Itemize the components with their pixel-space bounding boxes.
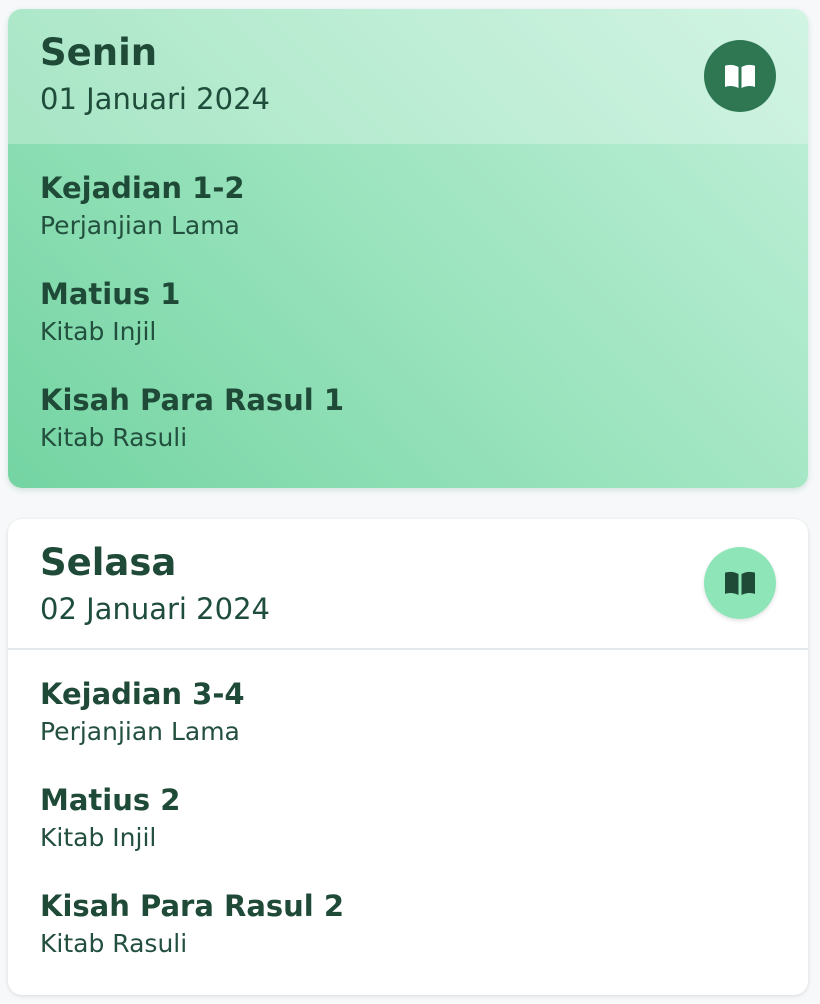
reading-item[interactable]: Kejadian 1-2 Perjanjian Lama: [40, 170, 776, 276]
reading-title: Kejadian 3-4: [40, 677, 245, 711]
reading-category: Kitab Rasuli: [40, 423, 188, 452]
reading-category: Perjanjian Lama: [40, 211, 240, 240]
reading-category: Kitab Injil: [40, 823, 157, 852]
day-card-selasa[interactable]: Selasa 02 Januari 2024 Kejadian 3-4 Perj…: [8, 519, 808, 995]
day-card-header: Selasa 02 Januari 2024: [8, 519, 808, 650]
day-date: 02 Januari 2024: [40, 592, 270, 626]
book-open-icon: [725, 571, 755, 595]
day-card-senin[interactable]: Senin 01 Januari 2024 Kejadian 1-2 Perja…: [8, 9, 808, 488]
reading-item[interactable]: Kejadian 3-4 Perjanjian Lama: [40, 676, 776, 782]
reading-item[interactable]: Kisah Para Rasul 2 Kitab Rasuli: [40, 888, 776, 994]
reading-category: Perjanjian Lama: [40, 717, 240, 746]
reading-title: Kisah Para Rasul 1: [40, 383, 345, 417]
reading-item[interactable]: Matius 2 Kitab Injil: [40, 782, 776, 888]
day-card-header: Senin 01 Januari 2024: [8, 9, 808, 144]
day-name: Senin: [40, 31, 158, 74]
reading-item[interactable]: Matius 1 Kitab Injil: [40, 276, 776, 382]
reading-category: Kitab Injil: [40, 317, 157, 346]
reading-title: Matius 1: [40, 277, 181, 311]
read-button[interactable]: [704, 547, 776, 619]
reading-plan-list: Senin 01 Januari 2024 Kejadian 1-2 Perja…: [0, 0, 820, 1004]
reading-list: Kejadian 1-2 Perjanjian Lama Matius 1 Ki…: [8, 144, 808, 488]
book-open-icon: [725, 64, 755, 88]
day-date: 01 Januari 2024: [40, 82, 270, 116]
reading-title: Kejadian 1-2: [40, 171, 245, 205]
day-name: Selasa: [40, 541, 177, 584]
reading-title: Kisah Para Rasul 2: [40, 889, 345, 923]
read-button[interactable]: [704, 40, 776, 112]
reading-item[interactable]: Kisah Para Rasul 1 Kitab Rasuli: [40, 382, 776, 488]
reading-category: Kitab Rasuli: [40, 929, 188, 958]
reading-list: Kejadian 3-4 Perjanjian Lama Matius 2 Ki…: [8, 650, 808, 994]
reading-title: Matius 2: [40, 783, 181, 817]
